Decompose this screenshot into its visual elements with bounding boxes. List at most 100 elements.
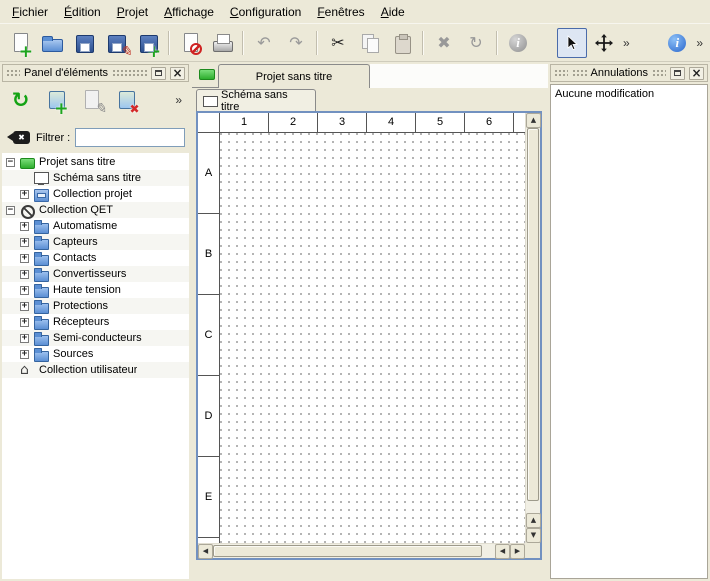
scroll-up-button-2[interactable]: ▲ <box>526 513 541 528</box>
edit-element-icon <box>79 88 103 112</box>
elements-panel-header: Panel d'éléments <box>2 64 189 82</box>
scroll-up-button[interactable]: ▲ <box>526 113 541 128</box>
tab-schema-sans-titre[interactable]: Schéma sans titre <box>196 89 316 111</box>
tree-item-contacts[interactable]: + Contacts <box>2 250 189 266</box>
copy-button[interactable] <box>355 28 385 58</box>
tree-item-capteurs[interactable]: + Capteurs <box>2 234 189 250</box>
column-header: 3 <box>318 113 367 132</box>
tree-item-label: Collection utilisateur <box>39 364 137 376</box>
project-tab-bar: Projet sans titre <box>192 62 548 88</box>
expander-icon[interactable]: + <box>20 270 29 279</box>
about-button[interactable] <box>662 28 692 58</box>
tree-item-collection-qet[interactable]: − Collection QET <box>2 202 189 218</box>
menu-configuration[interactable]: Configuration <box>222 2 309 22</box>
tree-item-semi-conducteurs[interactable]: + Semi-conducteurs <box>2 330 189 346</box>
expander-icon[interactable]: + <box>20 238 29 247</box>
tree-item-recepteurs[interactable]: + Récepteurs <box>2 314 189 330</box>
tree-item-schema-sans-titre[interactable]: Schéma sans titre <box>2 170 189 186</box>
schema-icon <box>34 172 49 185</box>
elements-panel-dock: Panel d'éléments » Filtrer : <box>2 64 189 579</box>
folder-icon <box>34 348 49 361</box>
copy-pages-icon <box>358 31 382 55</box>
redo-button[interactable] <box>281 28 311 58</box>
tree-item-projet-sans-titre[interactable]: − Projet sans titre <box>2 154 189 170</box>
expander-icon[interactable]: + <box>20 350 29 359</box>
save-as-button[interactable] <box>101 28 131 58</box>
panel-toolbar-overflow-button[interactable]: » <box>172 93 185 107</box>
scroll-right-button[interactable]: ▶ <box>510 544 525 559</box>
undo-button[interactable] <box>249 28 279 58</box>
folder-icon <box>34 284 49 297</box>
clear-filter-button[interactable] <box>7 130 31 145</box>
undo-panel-title: Annulations <box>591 67 649 79</box>
open-project-button[interactable] <box>37 28 67 58</box>
menu-edition[interactable]: Édition <box>56 2 109 22</box>
menu-affichage[interactable]: Affichage <box>156 2 222 22</box>
expander-icon[interactable]: − <box>6 206 15 215</box>
print-button[interactable] <box>207 28 237 58</box>
expander-icon[interactable]: + <box>20 302 29 311</box>
expander-icon[interactable]: + <box>20 254 29 263</box>
menu-fichier[interactable]: Fichier <box>4 2 56 22</box>
edit-element-button[interactable] <box>76 86 105 115</box>
menu-aide[interactable]: Aide <box>373 2 413 22</box>
horizontal-scrollbar[interactable]: ◀ ◀ ▶ <box>198 543 525 558</box>
toolbar-separator <box>242 31 244 55</box>
rotate-button[interactable] <box>461 28 491 58</box>
close-panel-button[interactable] <box>689 67 704 80</box>
horizontal-scroll-thumb[interactable] <box>213 545 482 557</box>
float-panel-button[interactable] <box>151 67 166 80</box>
expander-icon[interactable]: − <box>6 158 15 167</box>
move-tool-button[interactable] <box>589 28 619 58</box>
tab-bar-filler <box>370 64 548 88</box>
schema-tab-label: Schéma sans titre <box>221 89 309 113</box>
tree-item-collection-utilisateur[interactable]: Collection utilisateur <box>2 362 189 378</box>
expander-icon[interactable]: + <box>20 334 29 343</box>
save-button[interactable] <box>69 28 99 58</box>
reload-collections-button[interactable] <box>6 86 35 115</box>
column-header: 6 <box>465 113 514 132</box>
close-panel-button[interactable] <box>170 67 185 80</box>
scroll-left-button-2[interactable]: ◀ <box>495 544 510 559</box>
vertical-scrollbar[interactable]: ▲ ▲ ▼ <box>525 113 540 543</box>
scroll-down-button[interactable]: ▼ <box>526 528 541 543</box>
new-element-button[interactable] <box>41 86 70 115</box>
delete-button[interactable] <box>429 28 459 58</box>
tree-item-sources[interactable]: + Sources <box>2 346 189 362</box>
expander-icon[interactable]: + <box>20 318 29 327</box>
new-document-button[interactable] <box>5 28 35 58</box>
save-all-button[interactable] <box>133 28 163 58</box>
tree-item-protections[interactable]: + Protections <box>2 298 189 314</box>
toolbar-separator <box>168 31 170 55</box>
expander-icon[interactable]: + <box>20 190 29 199</box>
toolbar-overflow-button[interactable]: » <box>620 36 633 50</box>
expander-icon[interactable]: + <box>20 222 29 231</box>
filter-input[interactable] <box>75 128 185 147</box>
paste-button[interactable] <box>387 28 417 58</box>
tree-item-convertisseurs[interactable]: + Convertisseurs <box>2 266 189 282</box>
select-tool-button[interactable] <box>557 28 587 58</box>
folder-icon <box>34 220 49 233</box>
delete-element-button[interactable] <box>111 86 140 115</box>
cut-button[interactable] <box>323 28 353 58</box>
clipboard-icon <box>390 31 414 55</box>
printer-icon <box>210 31 234 55</box>
help-overflow-button[interactable]: » <box>693 36 706 50</box>
tree-item-collection-projet[interactable]: + Collection projet <box>2 186 189 202</box>
element-info-button[interactable] <box>503 28 533 58</box>
close-file-button[interactable] <box>175 28 205 58</box>
vertical-scroll-thumb[interactable] <box>527 128 539 501</box>
menu-fenetres[interactable]: Fenêtres <box>309 2 372 22</box>
tree-item-automatisme[interactable]: + Automatisme <box>2 218 189 234</box>
menu-projet[interactable]: Projet <box>109 2 156 22</box>
refresh-icon <box>8 87 34 113</box>
tree-item-haute-tension[interactable]: + Haute tension <box>2 282 189 298</box>
home-icon <box>20 364 35 377</box>
new-document-icon <box>8 31 32 55</box>
float-panel-button[interactable] <box>670 67 685 80</box>
schema-tab-icon <box>203 96 217 106</box>
scroll-left-button[interactable]: ◀ <box>198 544 213 559</box>
expander-icon[interactable]: + <box>20 286 29 295</box>
diagram-canvas[interactable] <box>220 133 525 543</box>
tab-projet-sans-titre[interactable]: Projet sans titre <box>218 64 370 88</box>
